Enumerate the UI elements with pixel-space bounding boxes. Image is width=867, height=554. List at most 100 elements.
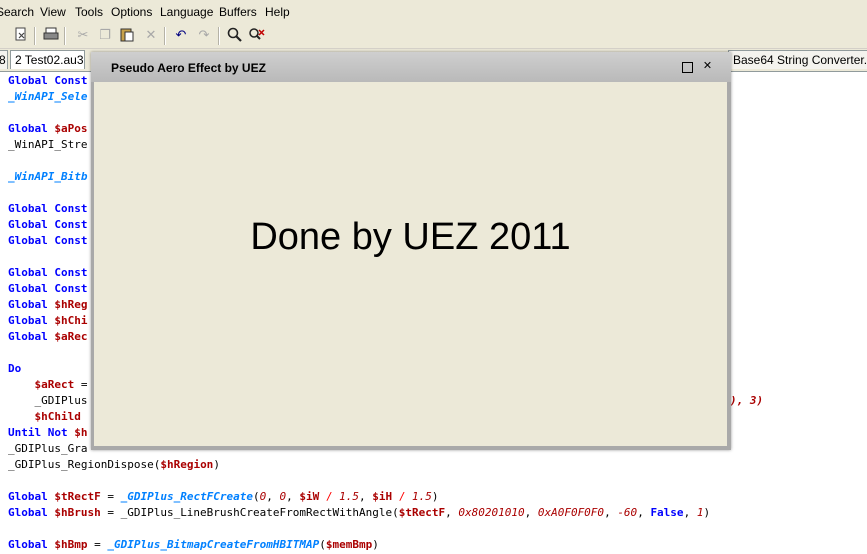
code-line: Global $hChi [8, 314, 87, 328]
code-token: $iW [299, 490, 320, 503]
menu-view[interactable]: View [40, 5, 66, 19]
code-token: Global [8, 298, 55, 311]
code-token: Global [8, 314, 55, 327]
code-token: Global [8, 538, 55, 551]
code-token: ) [703, 506, 711, 519]
menu-options[interactable]: Options [111, 5, 152, 19]
code-token: ) [372, 538, 379, 551]
menu-tools[interactable]: Tools [75, 5, 103, 19]
code-token: _GDIPlus_Gra [8, 442, 88, 455]
code-line: Global $hBmp = _GDIPlus_BitmapCreateFrom… [8, 538, 379, 552]
code-token: Until Not [8, 426, 75, 439]
code-token: Global Const [8, 202, 88, 215]
code-token: 0xA0F0F0F0 [537, 506, 605, 519]
code-line: Global Const [8, 74, 87, 88]
print-icon[interactable] [42, 27, 60, 45]
code-token: _WinAPI_Bitb [8, 170, 88, 183]
code-token: $tRectF [398, 506, 446, 519]
code-token: $hChi [54, 314, 88, 327]
code-token: ) [213, 458, 220, 471]
code-token: -60 [617, 506, 638, 519]
find-icon[interactable] [226, 27, 244, 45]
code-token: Global Const [8, 266, 88, 279]
code-line: _GDIPlus_RegionDispose($hRegion) [8, 458, 220, 472]
code-line: Until Not $h [8, 426, 87, 440]
menu-bar: Search View Tools Options Language Buffe… [0, 0, 867, 24]
code-token: $hRegion [160, 458, 214, 471]
code-token: 0x80201010 [458, 506, 525, 519]
delete-icon[interactable]: ✕ [142, 27, 160, 45]
code-token: Global Const [8, 74, 88, 87]
code-line: $hChild [8, 410, 81, 424]
code-line: _GDIPlus_Gra [8, 442, 87, 456]
code-token: $hReg [54, 298, 88, 311]
code-token: Do [8, 362, 22, 375]
code-line: Global Const [8, 266, 87, 280]
code-line: Global $hBrush = _GDIPlus_LineBrushCreat… [8, 506, 710, 520]
code-token: _GDIPlus_BitmapCreateFromHBITMAP [107, 538, 320, 551]
paste-icon[interactable] [118, 27, 136, 45]
redo-icon[interactable]: ↷ [195, 27, 213, 45]
code-token: 1.5 [412, 490, 432, 503]
code-token: , [286, 490, 300, 503]
code-token: ) [431, 490, 439, 503]
pseudo-aero-dialog[interactable]: Pseudo Aero Effect by UEZ ✕ Done by UEZ … [91, 52, 731, 450]
code-token: $aRect [8, 378, 75, 391]
code-token: Global [8, 506, 55, 519]
tab-test02[interactable]: 2 Test02.au3 [10, 50, 85, 69]
code-token: Global [8, 122, 55, 135]
code-token: , [445, 506, 459, 519]
code-fragment-tail: ), 3) [730, 394, 764, 407]
code-token: 1.5 [339, 490, 360, 503]
maximize-icon[interactable] [682, 62, 693, 73]
code-token: ( [319, 538, 326, 551]
dialog-title: Pseudo Aero Effect by UEZ [111, 61, 266, 75]
tab-base64-string-converter[interactable]: Base64 String Converter.au3 [728, 50, 867, 69]
toolbar-separator [34, 27, 36, 45]
code-token: $hChild [8, 410, 81, 423]
menu-buffers[interactable]: Buffers [219, 5, 257, 19]
code-token: , [524, 506, 538, 519]
code-token: ( [253, 490, 260, 503]
menu-search[interactable]: Search [0, 5, 34, 19]
code-token: / [319, 490, 340, 503]
code-token: = [74, 378, 88, 391]
code-token: , [637, 506, 651, 519]
code-token: , [683, 506, 697, 519]
dialog-titlebar[interactable]: Pseudo Aero Effect by UEZ ✕ [91, 52, 731, 82]
code-line: $aRect = [8, 378, 87, 392]
code-token: $aRec [54, 330, 88, 343]
close-icon[interactable]: ✕ [702, 60, 713, 72]
code-line: Global $aPos [8, 122, 87, 136]
copy-icon[interactable]: ❐ [96, 27, 114, 45]
code-token: , [604, 506, 618, 519]
code-token: $hBrush [54, 506, 101, 519]
code-token: , [266, 490, 280, 503]
undo-icon[interactable]: ↶ [172, 27, 190, 45]
code-token: _GDIPlus [8, 394, 88, 407]
code-line: Global $hReg [8, 298, 87, 312]
code-token: _WinAPI_Stre [8, 138, 88, 151]
code-line: Global Const [8, 218, 87, 232]
menu-help[interactable]: Help [265, 5, 290, 19]
code-token: Global Const [8, 218, 88, 231]
code-token: $h [74, 426, 88, 439]
code-token: $memBmp [325, 538, 373, 551]
dialog-message: Done by UEZ 2011 [250, 216, 571, 258]
toolbar-separator [164, 27, 166, 45]
tab-8[interactable]: 8 [0, 50, 8, 69]
code-token: $tRectF [54, 490, 101, 503]
code-token: False [650, 506, 684, 519]
replace-icon[interactable] [248, 27, 266, 45]
code-line: Global Const [8, 202, 87, 216]
menu-language[interactable]: Language [160, 5, 213, 19]
code-token: _GDIPlus_RectFCreate [120, 490, 254, 503]
code-line: Global $tRectF = _GDIPlus_RectFCreate(0,… [8, 490, 439, 504]
toolbar: ✂ ❐ ✕ ↶ ↷ [0, 24, 867, 49]
cut-icon[interactable]: ✂ [74, 27, 92, 45]
close-file-icon[interactable] [12, 27, 30, 45]
code-token: $hBmp [54, 538, 88, 551]
code-token: Global [8, 330, 55, 343]
code-token: , [359, 490, 373, 503]
code-line: _GDIPlus [8, 394, 87, 408]
